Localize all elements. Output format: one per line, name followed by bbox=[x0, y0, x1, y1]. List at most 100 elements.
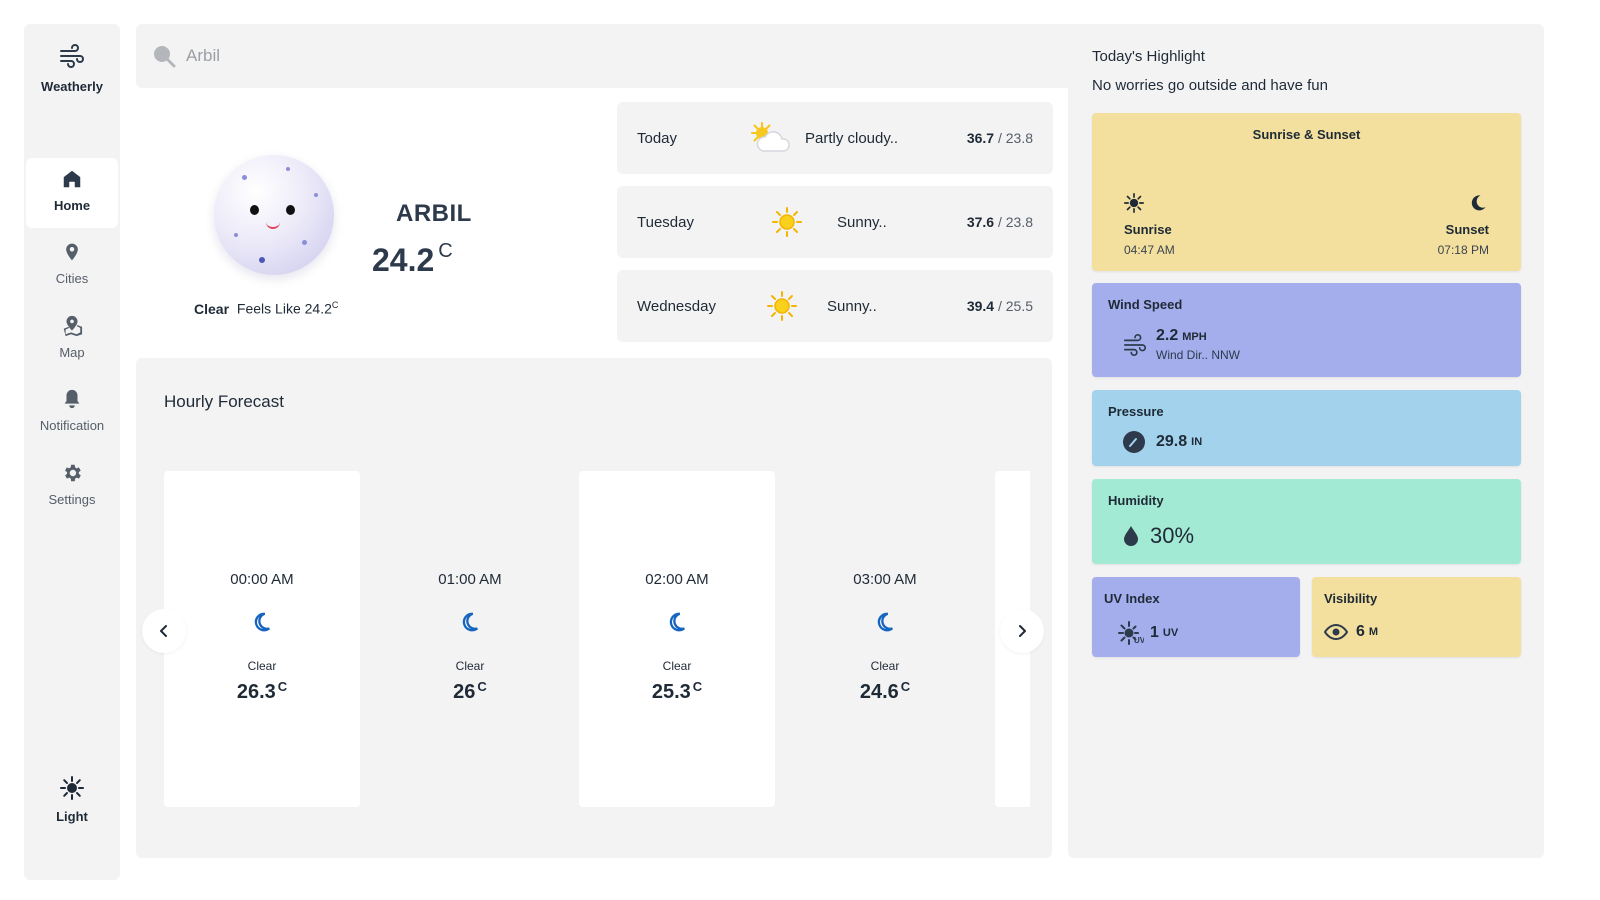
hourly-next-button[interactable] bbox=[1000, 609, 1044, 653]
card-title: Sunrise & Sunset bbox=[1252, 127, 1361, 142]
bell-icon bbox=[64, 389, 80, 409]
hourly-card[interactable]: 03:00 AM Clear 24.6 C bbox=[787, 471, 983, 807]
moon-icon bbox=[877, 612, 894, 632]
hour-time: 01:00 AM bbox=[438, 571, 502, 588]
sun-icon bbox=[60, 776, 84, 800]
pressure-card: Pressure 29.8 IN bbox=[1092, 390, 1521, 466]
hour-condition: Clear bbox=[870, 659, 900, 673]
home-icon bbox=[63, 170, 81, 188]
sidebar-item-notification[interactable]: Notification bbox=[26, 378, 118, 448]
moon-icon bbox=[254, 612, 271, 632]
section-title: Hourly Forecast bbox=[164, 392, 284, 411]
moon-icon bbox=[462, 612, 479, 632]
hourly-carousel[interactable]: 00:00 AM Clear 26.3 C 01:00 AM Clear 26 C … bbox=[164, 471, 1030, 807]
sidebar-item-label: Notification bbox=[39, 418, 105, 433]
daily-forecast-row[interactable]: Wednesday Sunny.. 39.4 / 25.5 bbox=[617, 270, 1053, 342]
wind-direction: Wind Dir.. NNW bbox=[1156, 348, 1240, 362]
wind-icon bbox=[1123, 333, 1147, 356]
highlights-title: Today's Highlight bbox=[1092, 48, 1205, 65]
day-name: Wednesday bbox=[637, 297, 716, 315]
brand-name: Weatherly bbox=[41, 79, 103, 94]
city-name: ARBIL bbox=[396, 200, 472, 227]
hourly-prev-button[interactable] bbox=[142, 609, 186, 653]
card-title: UV Index bbox=[1104, 591, 1160, 606]
hour-time: 00:00 AM bbox=[230, 571, 294, 588]
hourly-card[interactable]: 02:00 AM Clear 25.3 C bbox=[579, 471, 775, 807]
moon-icon bbox=[1471, 195, 1486, 211]
uv-value: 1 bbox=[1150, 624, 1159, 641]
day-condition: Sunny.. bbox=[827, 297, 877, 315]
day-name: Today bbox=[637, 129, 678, 147]
hourly-card[interactable]: 01:00 AM Clear 26 C bbox=[372, 471, 568, 807]
search-icon bbox=[154, 46, 176, 68]
highlights-panel: Today's Highlight No worries go outside … bbox=[1068, 24, 1544, 858]
sidebar-item-settings[interactable]: Settings bbox=[26, 452, 118, 522]
day-temp-range: 39.4 / 25.5 bbox=[966, 298, 1033, 314]
day-temp-range: 36.7 / 23.8 bbox=[966, 130, 1033, 146]
hour-temp: 26.3 C bbox=[236, 679, 288, 703]
moon-icon bbox=[669, 612, 686, 632]
hour-temp: 26 C bbox=[453, 679, 487, 703]
water-drop-icon bbox=[1124, 526, 1138, 546]
eye-icon bbox=[1324, 624, 1348, 640]
map-icon bbox=[63, 315, 83, 337]
location-pin-icon bbox=[66, 243, 78, 261]
uv-index-card: UV Index UV 1 UV bbox=[1092, 577, 1300, 657]
theme-toggle-label: Light bbox=[56, 809, 88, 824]
theme-toggle[interactable]: Light bbox=[24, 776, 120, 824]
highlights-subtitle: No worries go outside and have fun bbox=[1092, 77, 1328, 94]
wind-logo-icon bbox=[60, 44, 84, 68]
humidity-value: 30% bbox=[1150, 523, 1195, 548]
humidity-card: Humidity 30% bbox=[1092, 479, 1521, 564]
hourly-card[interactable]: 00:00 AM Clear 26.3 C bbox=[164, 471, 360, 807]
partly-cloudy-icon bbox=[751, 122, 790, 152]
wind-speed-value: 2.2 bbox=[1156, 327, 1179, 344]
hour-time: 02:00 AM bbox=[645, 571, 709, 588]
current-condition: Clear Feels Like 24.2C bbox=[194, 300, 339, 317]
hour-time: 03:00 AM bbox=[853, 571, 917, 588]
sidebar-item-label: Home bbox=[53, 198, 91, 213]
search-bar[interactable] bbox=[136, 24, 1080, 88]
hour-temp: 24.6 C bbox=[859, 679, 911, 703]
card-title: Humidity bbox=[1108, 493, 1164, 508]
sidebar-item-cities[interactable]: Cities bbox=[26, 231, 118, 301]
current-temperature: 24.2 C bbox=[372, 240, 453, 278]
sunset-block: Sunset 07:18 PM bbox=[1438, 193, 1489, 257]
sidebar-item-map[interactable]: Map bbox=[26, 305, 118, 375]
card-title: Visibility bbox=[1324, 591, 1378, 606]
sunrise-block: Sunrise 04:47 AM bbox=[1124, 193, 1175, 257]
card-title: Wind Speed bbox=[1108, 297, 1183, 312]
day-condition: Partly cloudy.. bbox=[805, 129, 899, 147]
visibility-card: Visibility 6M bbox=[1312, 577, 1521, 657]
sidebar-item-home[interactable]: Home bbox=[26, 158, 118, 228]
uv-sun-icon: UV bbox=[1118, 621, 1144, 645]
daily-forecast-row[interactable]: Tuesday Sunny.. 37.6 / 23.8 bbox=[617, 186, 1053, 258]
weather-mascot-icon bbox=[214, 155, 334, 275]
sun-icon bbox=[772, 207, 802, 237]
gear-icon bbox=[65, 464, 81, 482]
sun-icon bbox=[767, 291, 797, 321]
sidebar: Weatherly Home Cities Map Notification S… bbox=[24, 24, 120, 880]
day-condition: Sunny.. bbox=[837, 213, 887, 231]
sidebar-item-label: Settings bbox=[48, 492, 96, 507]
search-input[interactable] bbox=[186, 46, 986, 66]
chevron-right-icon bbox=[1019, 625, 1026, 637]
daily-forecast-row[interactable]: Today Partly cloudy.. 36.7 / 23.8 bbox=[617, 102, 1053, 174]
hour-condition: Clear bbox=[455, 659, 485, 673]
sidebar-item-label: Cities bbox=[55, 271, 89, 286]
sunrise-icon bbox=[1124, 193, 1144, 213]
sidebar-item-label: Map bbox=[59, 345, 85, 360]
hour-condition: Clear bbox=[662, 659, 692, 673]
gauge-icon bbox=[1123, 431, 1145, 453]
day-name: Tuesday bbox=[637, 213, 694, 231]
hour-temp: 25.3 C bbox=[651, 679, 703, 703]
brand-logo[interactable]: Weatherly bbox=[24, 42, 120, 94]
svg-text:UV: UV bbox=[1134, 636, 1144, 645]
sunrise-sunset-card: Sunrise & Sunset Sunrise 04:47 AM Sunset… bbox=[1092, 113, 1521, 271]
card-title: Pressure bbox=[1108, 404, 1164, 419]
hourly-forecast: Hourly Forecast 00:00 AM Clear 26.3 C 01:… bbox=[136, 358, 1052, 858]
wind-speed-card: Wind Speed 2.2 MPH Wind Dir.. NNW bbox=[1092, 283, 1521, 377]
pressure-value: 29.8 bbox=[1156, 433, 1188, 450]
current-weather: ARBIL 24.2 C Clear Feels Like 24.2C bbox=[136, 100, 616, 350]
visibility-value: 6 bbox=[1356, 623, 1365, 640]
